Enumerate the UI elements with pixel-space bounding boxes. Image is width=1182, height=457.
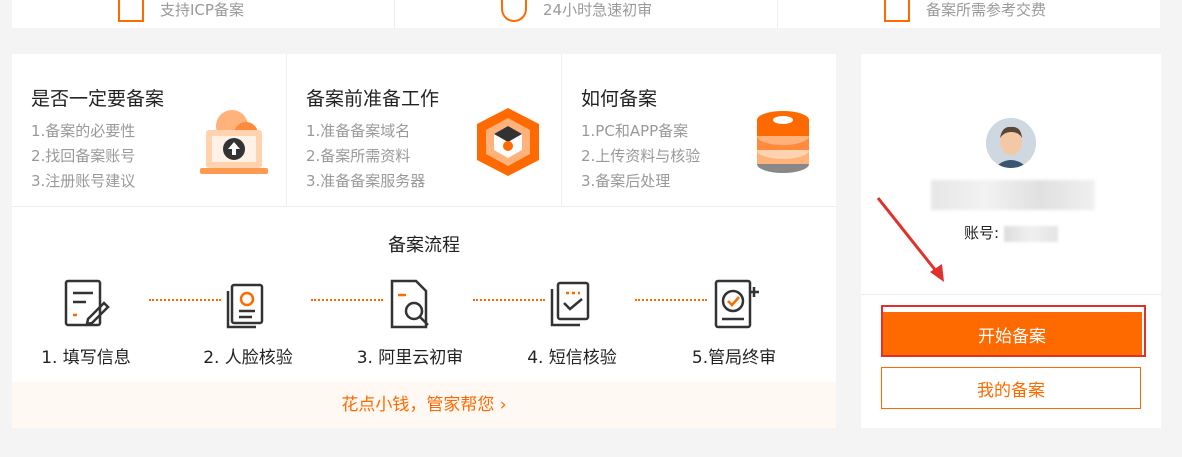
guide-card-necessity[interactable]: 是否一定要备案 1.备案的必要性 2.找回备案账号 3.注册账号建议 bbox=[12, 54, 287, 206]
guide-panel: 是否一定要备案 1.备案的必要性 2.找回备案账号 3.注册账号建议 备案前准备… bbox=[12, 54, 836, 428]
upload-laptop-icon bbox=[200, 110, 268, 174]
hexagon-box-icon bbox=[477, 108, 539, 176]
start-filing-button[interactable]: 开始备案 bbox=[882, 312, 1142, 356]
feature-label: 24小时急速初审 bbox=[543, 1, 653, 19]
clock-icon bbox=[501, 0, 527, 22]
flow-step: 2. 人脸核验 bbox=[188, 277, 308, 368]
grid-icon bbox=[884, 0, 910, 22]
flow-step-label: 1. 填写信息 bbox=[41, 348, 131, 368]
divider bbox=[861, 294, 1161, 295]
flow-steps: 1. 填写信息 2. 人脸核验 3. 阿里云初审 4. 短信核验 5.管局终审 bbox=[12, 265, 836, 375]
edit-form-icon bbox=[64, 279, 110, 327]
approval-stamp-icon bbox=[714, 279, 759, 329]
briefcase-icon bbox=[118, 0, 144, 22]
flow-step: 1. 填写信息 bbox=[26, 277, 146, 368]
flow-step: 3. 阿里云初审 bbox=[350, 277, 470, 368]
feature-item: 24小时急速初审 bbox=[395, 0, 778, 28]
face-verify-icon bbox=[226, 283, 264, 329]
flow-step-label: 2. 人脸核验 bbox=[203, 348, 293, 368]
account-name-masked bbox=[931, 180, 1095, 210]
guide-card-preparation[interactable]: 备案前准备工作 1.准备备案域名 2.备案所需资料 3.准备备案服务器 bbox=[287, 54, 562, 206]
flow-step: 5.管局终审 bbox=[674, 277, 794, 368]
guide-card-howto[interactable]: 如何备案 1.PC和APP备案 2.上传资料与核验 3.备案后处理 bbox=[562, 54, 836, 206]
promo-bar: 花点小钱，管家帮您 › bbox=[12, 382, 836, 428]
avatar bbox=[986, 118, 1036, 168]
feature-item: 支持ICP备案 bbox=[12, 0, 395, 28]
feature-strip: 支持ICP备案 24小时急速初审 备案所需参考交费 bbox=[12, 0, 1160, 28]
flow-step: 4. 短信核验 bbox=[512, 277, 632, 368]
account-label: 账号: bbox=[964, 224, 1000, 242]
feature-label: 备案所需参考交费 bbox=[926, 1, 1047, 19]
my-filings-button[interactable]: 我的备案 bbox=[881, 367, 1141, 409]
document-search-icon bbox=[390, 279, 429, 329]
database-stack-icon bbox=[757, 111, 809, 173]
feature-item: 备案所需参考交费 bbox=[778, 0, 1160, 28]
account-value-masked bbox=[1003, 225, 1058, 242]
flow-step-label: 4. 短信核验 bbox=[527, 348, 617, 368]
account-number: 账号: bbox=[964, 222, 1058, 243]
guide-cards: 是否一定要备案 1.备案的必要性 2.找回备案账号 3.注册账号建议 备案前准备… bbox=[12, 54, 836, 207]
flow-title: 备案流程 bbox=[388, 235, 460, 256]
account-panel: 账号: 开始备案 我的备案 bbox=[861, 54, 1161, 428]
flow-step-label: 3. 阿里云初审 bbox=[356, 348, 464, 368]
avatar-icon bbox=[986, 118, 1036, 168]
butler-service-link[interactable]: 花点小钱，管家帮您 › bbox=[341, 395, 506, 415]
feature-label: 支持ICP备案 bbox=[160, 1, 244, 19]
flow-step-label: 5.管局终审 bbox=[691, 348, 777, 368]
sms-verify-icon bbox=[550, 281, 590, 327]
